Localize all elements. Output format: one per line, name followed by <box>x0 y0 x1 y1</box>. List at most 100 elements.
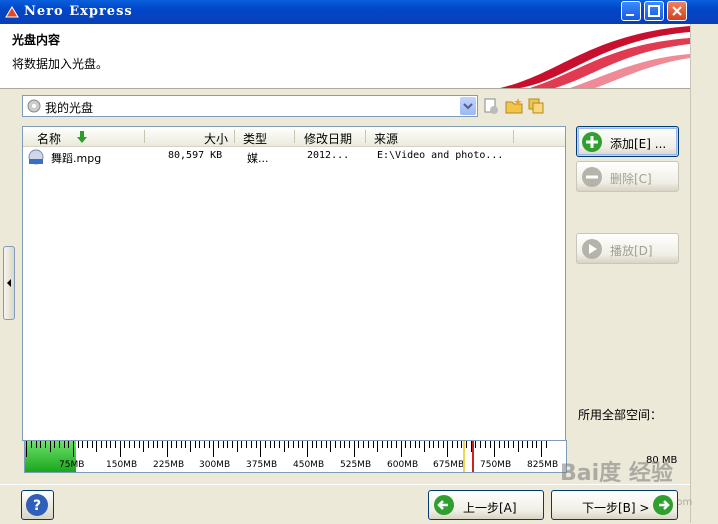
minor-tick <box>110 441 111 448</box>
back-button[interactable]: 上一步[A] <box>428 490 544 520</box>
minor-tick <box>40 441 41 448</box>
disc-selector-value: 我的光盘 <box>45 101 94 115</box>
minor-tick <box>490 441 491 448</box>
minor-tick <box>461 441 462 448</box>
minor-tick <box>265 441 266 448</box>
minor-tick <box>241 441 242 448</box>
file-list-row[interactable]: 舞蹈.mpg 80,597 KB 媒... 2012... E:\Video a… <box>23 148 565 166</box>
next-button[interactable]: 下一步[B] > <box>551 490 678 520</box>
minor-tick <box>218 441 219 448</box>
minor-tick <box>171 441 172 448</box>
disc-selector[interactable]: 我的光盘 <box>22 95 478 117</box>
minor-tick <box>466 441 467 448</box>
minor-tick <box>522 441 523 448</box>
minor-tick <box>181 441 182 448</box>
minor-tick <box>251 441 252 448</box>
minor-tick <box>50 441 51 452</box>
major-tick <box>401 441 402 457</box>
nero-ribbon-logo <box>500 26 690 88</box>
right-edge-panel <box>690 24 718 523</box>
new-folder-icon[interactable] <box>505 97 523 115</box>
capacity-tick-label: 300MB <box>199 460 231 470</box>
minor-tick <box>148 441 149 448</box>
column-header-modified[interactable]: 修改日期 <box>304 130 352 147</box>
minimize-icon <box>626 14 634 16</box>
minor-tick <box>293 441 294 448</box>
minor-tick <box>358 441 359 448</box>
file-size: 80,597 KB <box>168 150 223 161</box>
minor-tick <box>475 441 476 448</box>
minor-tick <box>96 441 97 452</box>
minor-tick <box>480 441 481 448</box>
page-title: 光盘内容 <box>12 33 61 47</box>
file-modified: 2012... <box>307 150 350 161</box>
minor-tick <box>335 441 336 448</box>
capacity-tick-label: 525MB <box>340 460 372 470</box>
minor-tick <box>433 441 434 448</box>
minor-tick <box>270 441 271 448</box>
major-tick <box>447 441 448 457</box>
minor-tick <box>59 441 60 448</box>
copy-folder-icon[interactable] <box>527 97 545 115</box>
major-tick <box>26 441 27 457</box>
file-source: E:\Video and photo... <box>377 150 504 161</box>
disc-selector-dropdown[interactable] <box>460 97 476 115</box>
play-button[interactable]: 播放[D] <box>576 233 679 264</box>
help-button[interactable]: ? <box>21 490 54 520</box>
column-header-source[interactable]: 来源 <box>374 130 398 147</box>
minor-tick <box>349 441 350 448</box>
close-icon <box>672 6 682 16</box>
major-tick <box>120 441 121 457</box>
minor-tick <box>387 441 388 448</box>
minor-tick <box>157 441 158 448</box>
close-button[interactable] <box>667 1 687 21</box>
back-button-label: 上一步[A] <box>463 501 517 515</box>
minor-tick <box>504 441 505 448</box>
capacity-tick-label: 450MB <box>293 460 325 470</box>
arrow-left-icon <box>434 495 454 515</box>
column-header-size[interactable]: 大小 <box>204 130 228 147</box>
delete-button[interactable]: 删除[C] <box>576 161 679 192</box>
mpg-file-icon <box>28 149 44 165</box>
minor-tick <box>204 441 205 448</box>
major-tick <box>354 441 355 457</box>
file-list[interactable]: 名称 大小 类型 修改日期 来源 舞蹈.mpg 80,597 KB 媒... 2… <box>22 126 566 441</box>
minor-tick <box>377 441 378 452</box>
minor-tick <box>284 441 285 452</box>
minus-icon <box>582 167 602 187</box>
column-header-name[interactable]: 名称 <box>37 130 61 147</box>
minor-tick <box>232 441 233 448</box>
major-tick <box>167 441 168 457</box>
minor-tick <box>391 441 392 448</box>
minor-tick <box>405 441 406 448</box>
svg-text:?: ? <box>33 498 41 514</box>
minor-tick <box>256 441 257 448</box>
column-header-type[interactable]: 类型 <box>243 130 267 147</box>
minor-tick <box>452 441 453 448</box>
window-title: Nero Express <box>24 4 133 19</box>
minor-tick <box>485 441 486 448</box>
disc-properties-icon[interactable] <box>482 97 500 115</box>
minor-tick <box>302 441 303 448</box>
minor-tick <box>87 441 88 448</box>
minor-tick <box>68 441 69 448</box>
add-button[interactable]: 添加[E] ... <box>576 126 679 157</box>
minor-tick <box>223 441 224 448</box>
major-tick <box>494 441 495 457</box>
collapse-panel-handle[interactable] <box>3 246 15 320</box>
minor-tick <box>316 441 317 448</box>
minor-tick <box>162 441 163 448</box>
minor-tick <box>246 441 247 448</box>
maximize-button[interactable] <box>644 1 664 21</box>
major-tick <box>260 441 261 457</box>
plus-icon <box>582 132 602 152</box>
minor-tick <box>424 441 425 452</box>
sort-arrow-icon <box>77 131 87 143</box>
minor-tick <box>532 441 533 448</box>
minor-tick <box>279 441 280 448</box>
minimize-button[interactable] <box>621 1 641 21</box>
minor-tick <box>78 441 79 448</box>
minor-tick <box>106 441 107 448</box>
file-type: 媒... <box>247 152 269 165</box>
minor-tick <box>134 441 135 448</box>
